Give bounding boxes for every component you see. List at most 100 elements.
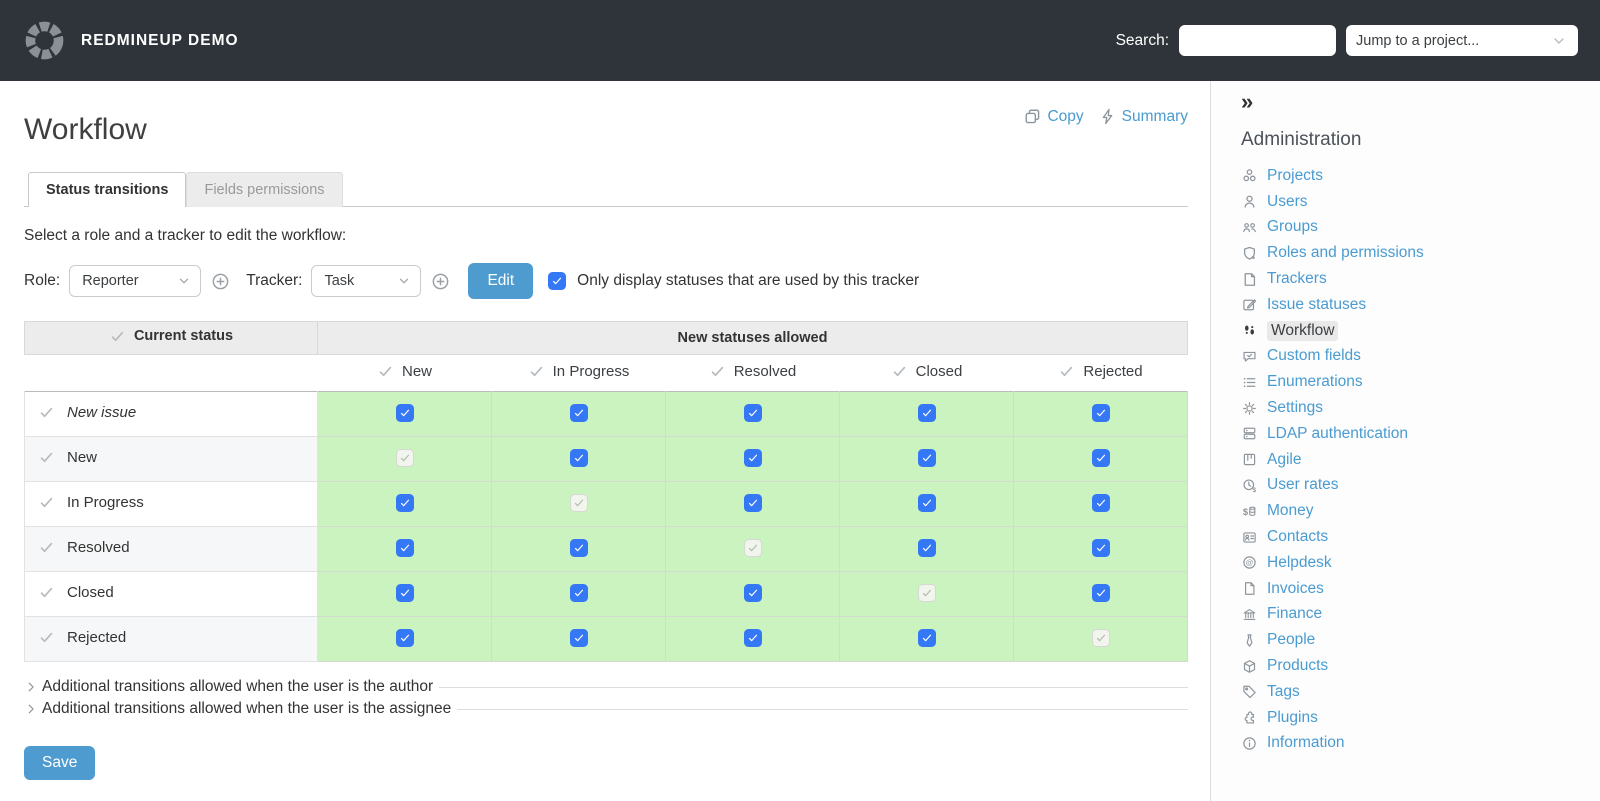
check-icon xyxy=(709,363,726,380)
check-icon xyxy=(1095,452,1107,464)
sidebar-link-invoices[interactable]: Invoices xyxy=(1267,580,1324,598)
transition-checkbox[interactable] xyxy=(918,449,936,467)
transition-cell xyxy=(666,527,840,572)
sidebar-link-issue-statuses[interactable]: Issue statuses xyxy=(1267,296,1366,314)
check-icon xyxy=(38,449,55,466)
contextual-actions: Copy Summary xyxy=(1023,107,1188,126)
sidebar-link-agile[interactable]: Agile xyxy=(1267,451,1301,469)
sidebar-link-enumerations[interactable]: Enumerations xyxy=(1267,373,1363,391)
column-header-rejected: Rejected xyxy=(1014,355,1188,392)
transition-checkbox[interactable] xyxy=(396,404,414,422)
sidebar-link-information[interactable]: Information xyxy=(1267,734,1345,752)
transition-checkbox[interactable] xyxy=(396,539,414,557)
summary-link[interactable]: Summary xyxy=(1098,107,1188,126)
transition-checkbox[interactable] xyxy=(744,404,762,422)
transition-checkbox[interactable] xyxy=(570,404,588,422)
sidebar-link-groups[interactable]: Groups xyxy=(1267,218,1318,236)
sidebar-collapse-icon[interactable]: » xyxy=(1241,91,1265,113)
transition-cell xyxy=(666,482,840,527)
column-header-resolved: Resolved xyxy=(666,355,840,392)
transition-checkbox[interactable] xyxy=(396,584,414,602)
sidebar-link-finance[interactable]: Finance xyxy=(1267,605,1322,623)
transition-checkbox[interactable] xyxy=(918,539,936,557)
transition-checkbox[interactable] xyxy=(396,629,414,647)
check-icon xyxy=(38,404,55,421)
transition-cell xyxy=(492,527,666,572)
transition-checkbox[interactable] xyxy=(744,494,762,512)
transition-checkbox[interactable] xyxy=(570,449,588,467)
sidebar-item-groups: Groups xyxy=(1241,215,1590,241)
sidebar-link-projects[interactable]: Projects xyxy=(1267,167,1323,185)
tracker-select[interactable]: Task xyxy=(311,265,421,297)
sidebar-link-products[interactable]: Products xyxy=(1267,657,1328,675)
sidebar-item-enumerations: Enumerations xyxy=(1241,369,1590,395)
sidebar-link-plugins[interactable]: Plugins xyxy=(1267,709,1318,727)
transition-checkbox[interactable] xyxy=(744,584,762,602)
transition-cell xyxy=(666,617,840,662)
sidebar-link-contacts[interactable]: Contacts xyxy=(1267,528,1328,546)
project-select[interactable]: Jump to a project... xyxy=(1346,25,1578,56)
sidebar-link-tags[interactable]: Tags xyxy=(1267,683,1300,701)
transition-checkbox[interactable] xyxy=(1092,404,1110,422)
tab-fields-permissions[interactable]: Fields permissions xyxy=(186,172,342,207)
search-input[interactable] xyxy=(1179,25,1336,56)
transition-checkbox[interactable] xyxy=(1092,584,1110,602)
sidebar-link-custom-fields[interactable]: Custom fields xyxy=(1267,347,1361,365)
check-icon xyxy=(1095,587,1107,599)
sidebar-link-ldap[interactable]: LDAP authentication xyxy=(1267,425,1408,443)
check-icon xyxy=(38,539,55,556)
transition-checkbox[interactable] xyxy=(1092,449,1110,467)
transition-checkbox[interactable] xyxy=(570,539,588,557)
divider xyxy=(457,709,1188,710)
transition-checkbox[interactable] xyxy=(918,494,936,512)
sidebar-link-helpdesk[interactable]: Helpdesk xyxy=(1267,554,1332,572)
sidebar-link-workflow[interactable]: Workflow xyxy=(1267,321,1338,341)
sidebar-link-money[interactable]: Money xyxy=(1267,502,1314,520)
groups-icon xyxy=(1241,219,1258,236)
transition-checkbox[interactable] xyxy=(918,629,936,647)
tab-status-transitions[interactable]: Status transitions xyxy=(28,172,186,207)
check-icon xyxy=(573,407,585,419)
role-tracker-form: Role: Reporter Tracker: Task Edit Only d… xyxy=(24,263,1188,299)
table-row: In Progress xyxy=(25,482,1188,527)
transition-checkbox[interactable] xyxy=(570,629,588,647)
column-header-new: New xyxy=(318,355,492,392)
sidebar-link-users[interactable]: Users xyxy=(1267,193,1307,211)
sidebar-link-people[interactable]: People xyxy=(1267,631,1315,649)
transition-checkbox[interactable] xyxy=(396,494,414,512)
additional-transitions-toggle[interactable]: Additional transitions allowed when the … xyxy=(24,698,1188,720)
transition-checkbox[interactable] xyxy=(1092,494,1110,512)
role-select[interactable]: Reporter xyxy=(69,265,201,297)
sidebar-link-user-rates[interactable]: User rates xyxy=(1267,476,1339,494)
status-cell: New xyxy=(25,437,318,482)
transition-checkbox[interactable] xyxy=(918,404,936,422)
status-cell: In Progress xyxy=(25,482,318,527)
sidebar-link-settings[interactable]: Settings xyxy=(1267,399,1323,417)
check-icon xyxy=(921,632,933,644)
transition-checkbox[interactable] xyxy=(744,449,762,467)
intro-text: Select a role and a tracker to edit the … xyxy=(24,227,1188,245)
only-display-checkbox[interactable] xyxy=(548,272,566,290)
additional-transitions-toggle[interactable]: Additional transitions allowed when the … xyxy=(24,676,1188,698)
transition-cell xyxy=(318,392,492,437)
sidebar-link-roles[interactable]: Roles and permissions xyxy=(1267,244,1424,262)
column-header-spacer xyxy=(25,355,318,392)
transition-checkbox[interactable] xyxy=(570,584,588,602)
information-icon xyxy=(1241,735,1258,752)
save-button[interactable]: Save xyxy=(24,746,95,780)
add-role-button[interactable] xyxy=(210,271,231,292)
add-tracker-button[interactable] xyxy=(430,271,451,292)
transition-checkbox[interactable] xyxy=(1092,539,1110,557)
transition-checkbox[interactable] xyxy=(744,629,762,647)
copy-link[interactable]: Copy xyxy=(1023,107,1083,126)
sidebar-item-issue-statuses: Issue statuses xyxy=(1241,292,1590,318)
transition-cell xyxy=(318,617,492,662)
role-select-value: Reporter xyxy=(82,273,138,289)
transition-checkbox xyxy=(570,494,588,512)
transition-cell xyxy=(1014,617,1188,662)
edit-button[interactable]: Edit xyxy=(468,263,533,299)
finance-icon xyxy=(1241,606,1258,623)
transition-checkbox xyxy=(396,449,414,467)
sidebar-link-trackers[interactable]: Trackers xyxy=(1267,270,1327,288)
table-row: New issue xyxy=(25,392,1188,437)
